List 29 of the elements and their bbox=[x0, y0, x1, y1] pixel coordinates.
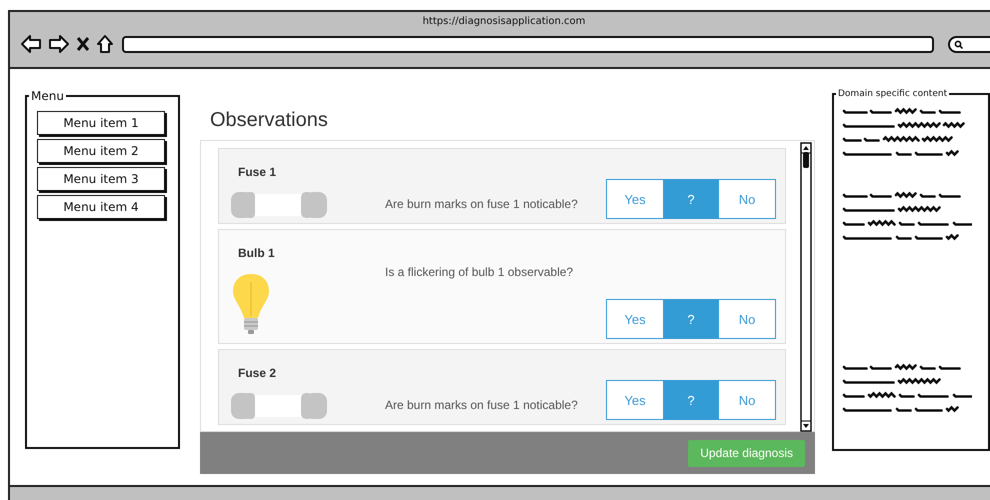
forward-icon[interactable] bbox=[48, 34, 70, 54]
question-text: Are burn marks on fuse 1 noticable? bbox=[385, 397, 578, 412]
fuse-icon bbox=[231, 192, 327, 218]
menu-title: Menu bbox=[30, 89, 65, 103]
answer-button[interactable]: ? bbox=[663, 300, 719, 338]
scrollbar[interactable] bbox=[800, 142, 812, 432]
observation-name: Bulb 1 bbox=[237, 245, 275, 260]
search-icon bbox=[954, 40, 963, 48]
home-icon[interactable] bbox=[96, 34, 114, 54]
answer-button[interactable]: ? bbox=[663, 180, 719, 218]
page-title: Observations bbox=[210, 108, 328, 132]
address-field[interactable] bbox=[122, 36, 934, 52]
observation-name: Fuse 1 bbox=[237, 164, 276, 179]
close-icon[interactable] bbox=[76, 36, 90, 52]
panel-title: Domain specific content bbox=[837, 89, 948, 99]
question-text: Is a flickering of bulb 1 observable? bbox=[385, 264, 574, 279]
menu-item[interactable]: Menu item 2 bbox=[37, 139, 165, 163]
update-diagnosis-button[interactable]: Update diagnosis bbox=[688, 440, 805, 466]
menu-item[interactable]: Menu item 1 bbox=[37, 111, 165, 135]
question-text: Are burn marks on fuse 1 noticable? bbox=[385, 196, 578, 211]
answer-button[interactable]: ? bbox=[663, 381, 719, 419]
search-field[interactable] bbox=[948, 36, 990, 52]
fuse-icon bbox=[231, 393, 327, 419]
menu-item[interactable]: Menu item 4 bbox=[37, 195, 165, 219]
menu-item[interactable]: Menu item 3 bbox=[37, 167, 165, 191]
back-icon[interactable] bbox=[20, 34, 42, 54]
url-text: https://diagnosisapplication.com bbox=[422, 15, 586, 28]
light-bulb-icon bbox=[231, 272, 271, 336]
observation-name: Fuse 2 bbox=[237, 365, 276, 380]
